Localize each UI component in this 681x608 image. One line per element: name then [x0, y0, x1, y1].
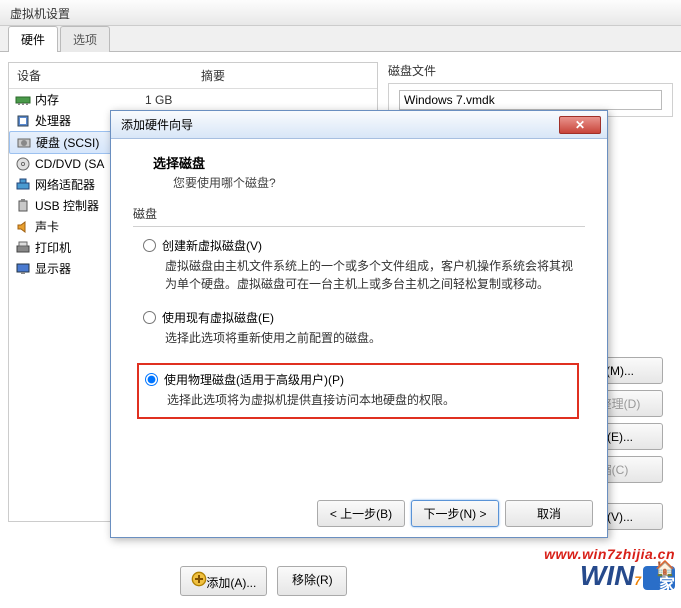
hdd-icon	[16, 135, 32, 151]
cd-icon	[15, 156, 31, 172]
radio-use-physical-disk-input[interactable]	[145, 373, 158, 386]
add-hardware-wizard-dialog: 添加硬件向导 ✕ 选择磁盘 您要使用哪个磁盘? 磁盘 创建新虚拟磁盘(V) 虚拟…	[110, 110, 608, 538]
col-device: 设备	[9, 63, 193, 88]
window-title: 虚拟机设置	[0, 0, 681, 26]
dialog-subheading: 您要使用哪个磁盘?	[173, 174, 585, 191]
printer-icon	[15, 240, 31, 256]
radio-use-existing-disk[interactable]: 使用现有虚拟磁盘(E)	[143, 309, 579, 326]
device-label: 网络适配器	[35, 176, 95, 193]
radio-create-new-disk-desc: 虚拟磁盘由主机文件系统上的一个或多个文件组成，客户机操作系统会将其视为单个硬盘。…	[165, 257, 579, 293]
cancel-button[interactable]: 取消	[505, 500, 593, 527]
add-button[interactable]: 添加(A)...	[180, 566, 267, 596]
device-row-memory[interactable]: 内存 1 GB	[9, 89, 377, 110]
radio-use-physical-disk[interactable]: 使用物理磁盘(适用于高级用户)(P)	[145, 371, 571, 388]
device-label: 显示器	[35, 260, 71, 277]
device-label: 内存	[35, 91, 59, 108]
device-summary: 1 GB	[145, 93, 371, 107]
radio-label: 创建新虚拟磁盘(V)	[162, 237, 262, 254]
close-icon: ✕	[575, 118, 585, 132]
display-icon	[15, 261, 31, 277]
cpu-icon	[15, 113, 31, 129]
disk-file-label: 磁盘文件	[388, 62, 673, 79]
radio-label: 使用物理磁盘(适用于高级用户)(P)	[164, 371, 344, 388]
device-label: 处理器	[35, 112, 71, 129]
watermark: www.win7zhijia.cn WIN7🏠家	[544, 546, 675, 590]
watermark-logo: WIN7🏠家	[544, 562, 675, 590]
tab-hardware[interactable]: 硬件	[8, 26, 58, 52]
radio-create-new-disk[interactable]: 创建新虚拟磁盘(V)	[143, 237, 579, 254]
add-icon	[191, 571, 203, 583]
usb-icon	[15, 198, 31, 214]
memory-icon	[15, 92, 31, 108]
back-button[interactable]: < 上一步(B)	[317, 500, 405, 527]
dialog-heading: 选择磁盘	[153, 153, 585, 172]
next-button[interactable]: 下一步(N) >	[411, 500, 499, 527]
radio-use-existing-disk-input[interactable]	[143, 311, 156, 324]
radio-label: 使用现有虚拟磁盘(E)	[162, 309, 274, 326]
disk-file-input[interactable]	[399, 90, 662, 110]
device-label: 硬盘 (SCSI)	[36, 134, 99, 151]
tab-options[interactable]: 选项	[60, 26, 110, 52]
network-icon	[15, 177, 31, 193]
dialog-title: 添加硬件向导	[121, 116, 193, 133]
device-label: CD/DVD (SA	[35, 157, 104, 171]
highlighted-option: 使用物理磁盘(适用于高级用户)(P) 选择此选项将为虚拟机提供直接访问本地硬盘的…	[137, 363, 579, 419]
device-label: 声卡	[35, 218, 59, 235]
device-label: 打印机	[35, 239, 71, 256]
disk-group-label: 磁盘	[133, 205, 585, 222]
radio-use-existing-disk-desc: 选择此选项将重新使用之前配置的磁盘。	[165, 329, 579, 347]
radio-create-new-disk-input[interactable]	[143, 239, 156, 252]
dialog-close-button[interactable]: ✕	[559, 116, 601, 134]
col-summary: 摘要	[193, 63, 377, 88]
remove-button[interactable]: 移除(R)	[277, 566, 347, 596]
sound-icon	[15, 219, 31, 235]
home-icon: 🏠家	[643, 566, 675, 590]
radio-use-physical-disk-desc: 选择此选项将为虚拟机提供直接访问本地硬盘的权限。	[167, 391, 571, 409]
device-label: USB 控制器	[35, 197, 99, 214]
tab-bar: 硬件 选项	[0, 26, 681, 52]
